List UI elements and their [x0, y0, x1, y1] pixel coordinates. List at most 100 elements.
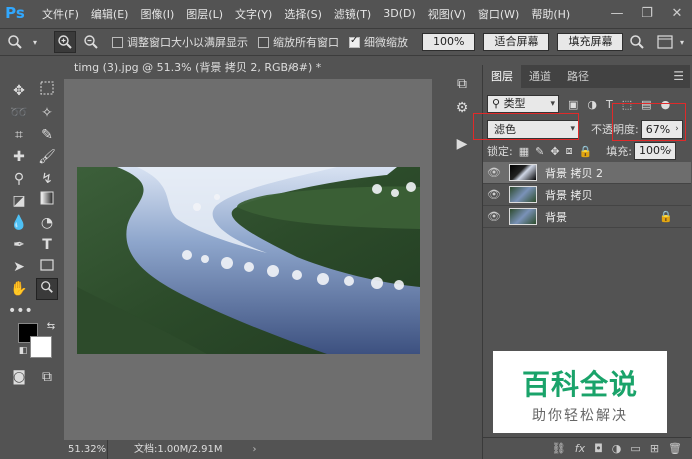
workspace-dropdown-icon[interactable]: ▾ [676, 31, 688, 53]
new-adjustment-layer-icon[interactable]: ◑ [612, 442, 622, 455]
window-controls: — ❐ ✕ [602, 0, 692, 27]
zoom-all-windows-label: 缩放所有窗口 [273, 36, 339, 49]
menu-edit[interactable]: 编辑(E) [91, 6, 129, 22]
zoom-tool-icon[interactable] [36, 278, 58, 300]
quick-mask-icon[interactable]: ◙ [8, 366, 30, 388]
menu-type[interactable]: 文字(Y) [235, 6, 272, 22]
close-button[interactable]: ✕ [662, 0, 692, 27]
tab-paths[interactable]: 路径 [559, 65, 597, 88]
path-selection-tool-icon[interactable]: ➤ [8, 256, 30, 278]
pen-tool-icon[interactable]: ✒ [8, 234, 30, 256]
history-brush-tool-icon[interactable]: ↯ [36, 168, 58, 190]
clone-stamp-tool-icon[interactable]: ⚲ [8, 168, 30, 190]
watermark-subtitle: 助你轻松解决 [532, 408, 628, 424]
menu-filter[interactable]: 滤镜(T) [334, 6, 371, 22]
menu-3d[interactable]: 3D(D) [383, 7, 416, 20]
layer-filter-kind-select[interactable]: ⚲ 类型 ▾ [487, 95, 559, 113]
type-tool-icon[interactable]: T [36, 234, 58, 256]
rectangle-tool-icon[interactable] [36, 256, 58, 278]
new-layer-icon[interactable]: ⊞ [650, 442, 659, 455]
fill-value: 100% [638, 144, 671, 157]
zoom-tool-preset-icon[interactable] [4, 31, 26, 53]
eye-icon[interactable]: 👁 [483, 210, 505, 223]
fill-screen-button[interactable]: 填充屏幕 [557, 33, 624, 51]
menu-bar: Ps 文件(F) 编辑(E) 图像(I) 图层(L) 文字(Y) 选择(S) 滤… [0, 0, 692, 27]
menu-select[interactable]: 选择(S) [284, 6, 322, 22]
hand-tool-icon[interactable]: ✋ [8, 278, 30, 300]
layer-name: 背景 [545, 210, 567, 224]
watermark-title: 百科全说 [521, 368, 638, 401]
menu-help[interactable]: 帮助(H) [531, 6, 570, 22]
layer-thumbnail [509, 164, 537, 181]
restore-button[interactable]: ❐ [632, 0, 662, 27]
layer-row[interactable]: 👁 背景 🔒 [483, 206, 691, 228]
document-size-info: 文档:1.00M/2.91M [134, 444, 223, 455]
healing-brush-tool-icon[interactable]: ✚ [8, 146, 30, 168]
minimize-button[interactable]: — [602, 0, 632, 27]
screen-mode-icon[interactable]: ⧉ [36, 366, 58, 388]
menu-image[interactable]: 图像(I) [140, 6, 174, 22]
zoom-100-button[interactable]: 100% [422, 33, 476, 51]
resize-window-checkbox[interactable] [112, 36, 123, 48]
eraser-tool-icon[interactable]: ◪ [8, 190, 30, 212]
close-icon[interactable]: × [287, 57, 296, 79]
fill-input[interactable]: 100% › [633, 142, 676, 160]
menu-window[interactable]: 窗口(W) [478, 6, 519, 22]
chevron-down-icon: › [668, 146, 672, 156]
eye-icon[interactable]: 👁 [483, 166, 505, 179]
workspace-icon[interactable] [654, 31, 676, 53]
eyedropper-tool-icon[interactable]: ✎ [36, 124, 58, 146]
menu-layer[interactable]: 图层(L) [186, 6, 223, 22]
menu-file[interactable]: 文件(F) [42, 6, 79, 22]
properties-panel-icon[interactable]: ⚙ [451, 97, 473, 119]
scrubby-zoom-checkbox[interactable] [349, 35, 360, 48]
pixel-filter-icon[interactable]: ▣ [568, 98, 578, 111]
new-group-icon[interactable]: ▭ [630, 442, 640, 455]
add-mask-icon[interactable]: ◘ [594, 442, 603, 455]
layer-row[interactable]: 👁 背景 拷贝 2 [483, 162, 691, 184]
lock-transparent-icon[interactable]: ▦ [519, 145, 529, 158]
opacity-highlight [612, 103, 686, 141]
lasso-tool-icon[interactable]: ➿ [8, 102, 30, 124]
magic-wand-tool-icon[interactable]: ✧ [36, 102, 58, 124]
document-tab[interactable]: timg (3).jpg @ 51.3% (背景 拷贝 2, RGB/8#) *… [64, 57, 321, 79]
lock-image-icon[interactable]: ✎ [535, 145, 544, 158]
tab-layers[interactable]: 图层 [483, 65, 521, 88]
move-tool-icon[interactable]: ✥ [8, 80, 30, 102]
layer-thumbnail [509, 186, 537, 203]
crop-tool-icon[interactable]: ⌗ [8, 124, 30, 146]
brush-tool-icon[interactable]: 🖌 [36, 146, 58, 168]
history-panel-icon[interactable]: ⧉ [451, 73, 473, 95]
zoom-out-icon[interactable] [80, 31, 102, 53]
fit-screen-button[interactable]: 适合屏幕 [483, 33, 550, 51]
layer-style-icon[interactable]: fx [575, 442, 585, 455]
lock-all-icon[interactable]: 🔒 [579, 145, 593, 158]
marquee-tool-icon[interactable] [36, 80, 58, 102]
zoom-level-field[interactable]: 51.32% [64, 440, 108, 459]
swap-colors-icon[interactable]: ⇆ [40, 316, 62, 338]
link-layers-icon[interactable]: ⛓ [552, 442, 566, 455]
more-tools-icon[interactable]: ••• [8, 300, 33, 322]
layer-row[interactable]: 👁 背景 拷贝 [483, 184, 691, 206]
lock-icon: 🔒 [659, 210, 673, 223]
search-icon: ⚲ [492, 97, 504, 110]
dodge-tool-icon[interactable]: ◔ [36, 212, 58, 234]
panel-menu-icon[interactable]: ☰ [673, 69, 684, 83]
chevron-down-icon[interactable]: ▾ [30, 31, 40, 53]
eye-icon[interactable]: 👁 [483, 188, 505, 201]
canvas-area[interactable] [64, 79, 432, 440]
actions-play-icon[interactable]: ▶ [451, 133, 473, 155]
zoom-in-icon[interactable] [54, 31, 76, 53]
lock-position-icon[interactable]: ✥ [550, 145, 559, 158]
search-icon[interactable] [626, 31, 648, 53]
menu-view[interactable]: 视图(V) [428, 6, 466, 22]
blur-tool-icon[interactable]: 💧 [8, 212, 30, 234]
default-colors-icon[interactable]: ◧ [12, 340, 34, 362]
status-menu-arrow[interactable]: › [253, 440, 257, 459]
trash-icon[interactable]: 🗑 [668, 442, 682, 455]
tab-channels[interactable]: 通道 [521, 65, 559, 88]
zoom-all-windows-checkbox[interactable] [258, 36, 269, 48]
artboard-lock-icon[interactable]: ⧈ [566, 144, 573, 158]
gradient-tool-icon[interactable] [36, 190, 58, 212]
adjustment-filter-icon[interactable]: ◑ [587, 98, 597, 111]
